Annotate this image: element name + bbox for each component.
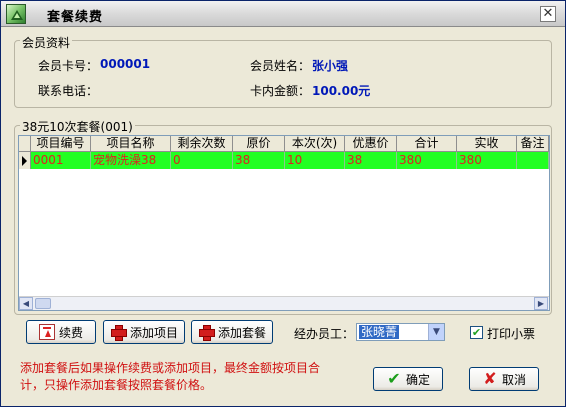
column-header[interactable]: 优惠价 [345,136,397,152]
add-item-button[interactable]: 添加项目 [103,320,185,344]
package-title: 38元10次套餐(001) [20,118,135,135]
row-indicator [19,152,31,169]
column-header[interactable]: 本次(次) [285,136,345,152]
renew-label: 续费 [58,325,83,340]
row-pointer-icon [22,156,27,166]
add-package-button[interactable]: 添加套餐 [191,320,273,344]
title-bar: 套餐续费 ✕ [1,1,565,27]
cell-remaining[interactable]: 0 [171,152,233,169]
phone-label: 联系电话： [38,84,99,98]
add-package-label: 添加套餐 [217,325,266,340]
dialog-window: 套餐续费 ✕ 会员资料 会员卡号： 000001 会员姓名： 张小强 联系电话：… [0,0,566,407]
cell-discount[interactable]: 38 [345,152,397,169]
cancel-label: 取消 [501,372,526,387]
horizontal-scrollbar[interactable]: ◀ ▶ [19,296,549,310]
scroll-right-icon[interactable]: ▶ [534,297,548,310]
column-header[interactable]: 实收 [457,136,517,152]
renew-icon [38,324,55,340]
cancel-button[interactable]: ✘ 取消 [469,367,539,391]
member-name-value: 张小强 [312,59,349,73]
balance-value: 100.00元 [312,84,371,98]
column-header[interactable]: 剩余次数 [171,136,233,152]
table-header: 项目编号 项目名称 剩余次数 原价 本次(次) 优惠价 合计 实收 备注 [19,136,549,152]
header-indicator [19,136,31,152]
scroll-thumb[interactable] [35,298,51,309]
plus-icon [198,324,215,341]
card-no-value: 000001 [100,57,151,71]
cell-total[interactable]: 380 [397,152,457,169]
package-table[interactable]: 项目编号 项目名称 剩余次数 原价 本次(次) 优惠价 合计 实收 备注 000… [18,135,550,311]
note-text: 添加套餐后如果操作续费或添加项目，最终金额按项目合计，只操作添加套餐按照套餐价格… [20,361,321,392]
print-receipt-label[interactable]: 打印小票 [487,325,535,342]
x-icon: ✘ [483,369,497,388]
column-header[interactable]: 项目名称 [91,136,171,152]
staff-label: 经办员工： [294,327,355,341]
cell-remark[interactable] [517,152,549,169]
close-icon[interactable]: ✕ [540,6,556,22]
cell-item-no[interactable]: 0001 [31,152,91,169]
ok-label: 确定 [405,372,430,387]
window-title: 套餐续费 [47,10,104,25]
table-row[interactable]: 0001 宠物洗澡38 0 38 10 38 380 380 [19,152,549,169]
print-receipt-checkbox[interactable]: ✔ [470,326,483,339]
column-header[interactable]: 备注 [517,136,549,152]
cell-price[interactable]: 38 [233,152,285,169]
cell-item-name[interactable]: 宠物洗澡38 [91,152,171,169]
scroll-left-icon[interactable]: ◀ [19,297,33,310]
renew-button[interactable]: 续费 [26,320,96,344]
card-no-label: 会员卡号： [38,59,99,73]
staff-select[interactable]: 张晓菁 ▼ [356,323,445,341]
column-header[interactable]: 原价 [233,136,285,152]
app-icon [6,4,26,24]
ok-button[interactable]: ✔ 确定 [373,367,443,391]
plus-icon [110,324,127,341]
column-header[interactable]: 项目编号 [31,136,91,152]
cell-times[interactable]: 10 [285,152,345,169]
cell-received[interactable]: 380 [457,152,517,169]
column-header[interactable]: 合计 [397,136,457,152]
balance-label: 卡内金额： [250,84,311,98]
chevron-down-icon[interactable]: ▼ [428,324,444,340]
staff-selected-value: 张晓菁 [359,325,400,339]
member-name-label: 会员姓名： [250,59,311,73]
check-icon: ✔ [387,369,401,388]
add-item-label: 添加项目 [129,325,178,340]
member-info-title: 会员资料 [20,34,73,51]
